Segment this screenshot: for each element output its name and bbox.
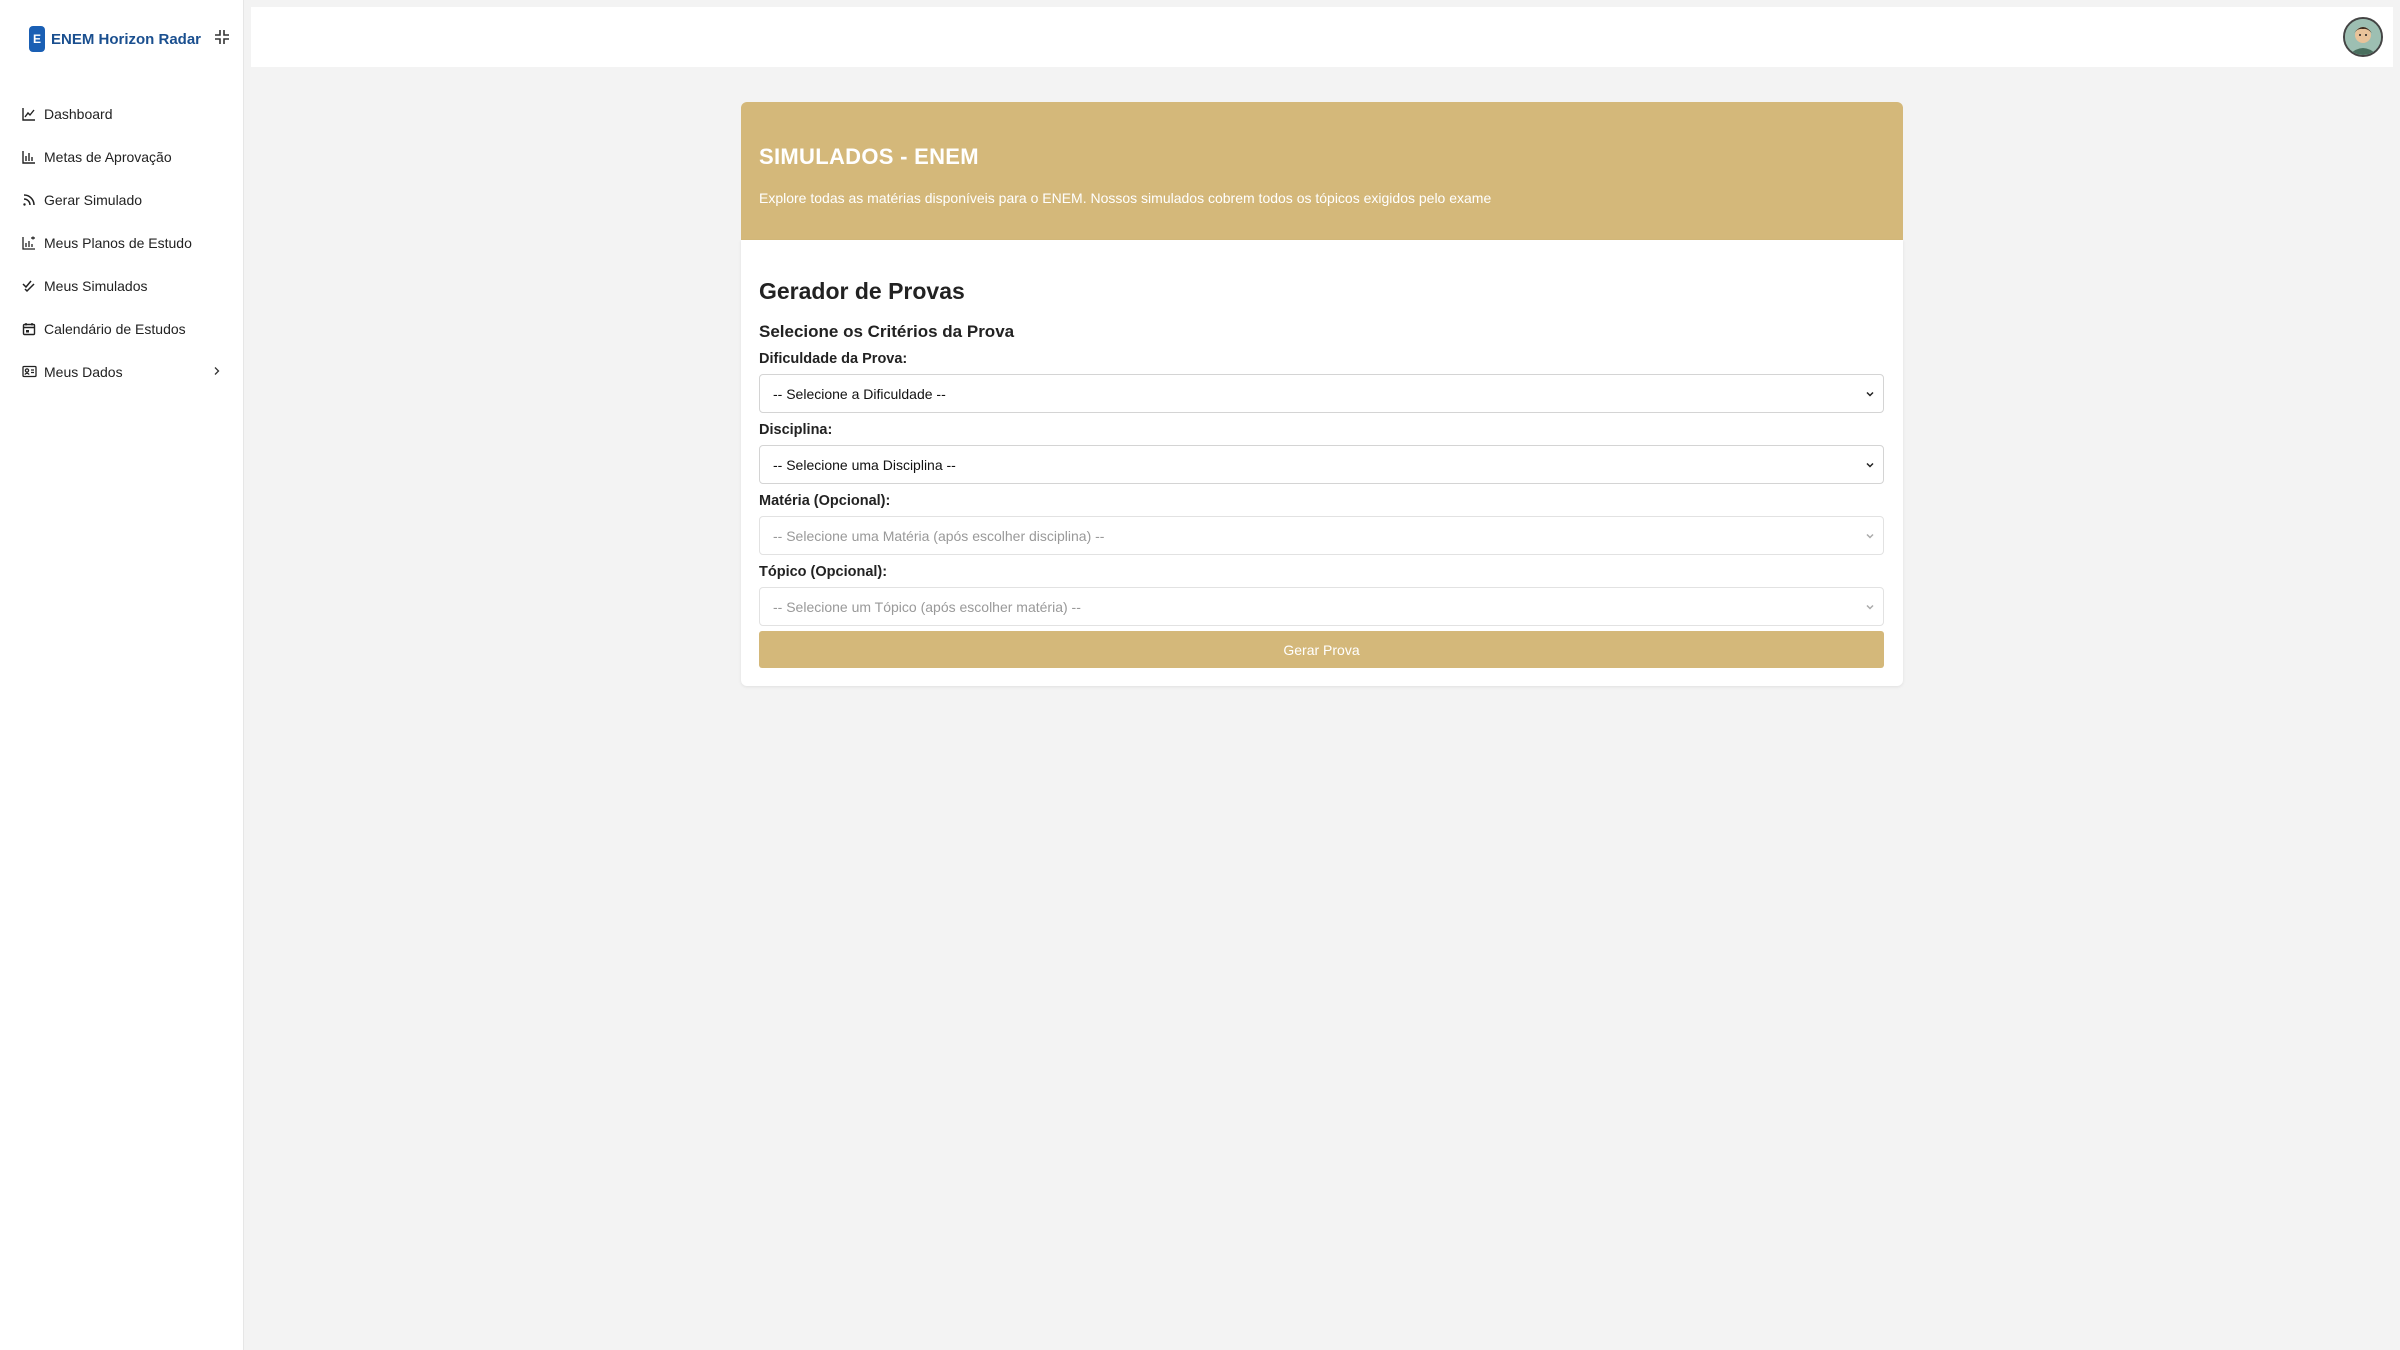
collapse-sidebar-button[interactable] — [212, 27, 232, 47]
sidebar-item-meus-dados[interactable]: Meus Dados — [0, 350, 244, 393]
chevron-right-icon — [210, 364, 222, 378]
top-bar — [251, 7, 2393, 67]
sidebar-item-dashboard[interactable]: Dashboard — [0, 92, 244, 135]
rss-icon — [21, 192, 37, 208]
bar-chart-icon — [21, 149, 37, 165]
chevron-down-icon — [1866, 462, 1874, 468]
avatar[interactable] — [2343, 17, 2383, 57]
difficulty-select[interactable]: -- Selecione a Dificuldade -- — [759, 374, 1884, 413]
difficulty-label: Dificuldade da Prova: — [759, 351, 908, 367]
generate-exam-button[interactable]: Gerar Prova — [759, 631, 1884, 668]
chevron-down-icon — [1866, 533, 1874, 539]
line-chart-icon — [21, 106, 37, 122]
sidebar: E ENEM Horizon Radar Dashboard Metas de … — [0, 0, 244, 1350]
id-card-icon — [21, 364, 37, 380]
sidebar-item-label: Gerar Simulado — [44, 191, 143, 208]
sidebar-item-gerar-simulado[interactable]: Gerar Simulado — [0, 178, 244, 221]
chevron-down-icon — [1866, 391, 1874, 397]
sidebar-item-label: Meus Planos de Estudo — [44, 234, 192, 251]
user-avatar-icon — [2345, 19, 2381, 55]
chevron-down-icon — [1866, 604, 1874, 610]
sidebar-item-metas-de-aprovacao[interactable]: Metas de Aprovação — [0, 135, 244, 178]
discipline-label: Disciplina: — [759, 422, 833, 438]
page-description: Explore todas as matérias disponíveis pa… — [759, 190, 1492, 206]
sidebar-item-label: Metas de Aprovação — [44, 148, 172, 165]
calendar-icon — [21, 321, 37, 337]
study-plan-icon — [21, 235, 37, 251]
topic-select-value: -- Selecione um Tópico (após escolher ma… — [773, 598, 1081, 615]
exam-generator-card: Gerador de Provas Selecione os Critérios… — [741, 240, 1903, 686]
sidebar-item-label: Meus Simulados — [44, 277, 148, 294]
page-title: SIMULADOS - ENEM — [759, 144, 979, 169]
sidebar-item-calendario-de-estudos[interactable]: Calendário de Estudos — [0, 307, 244, 350]
brand-name: ENEM Horizon Radar — [51, 30, 202, 48]
sidebar-item-label: Dashboard — [44, 105, 113, 122]
brand-logo[interactable]: E ENEM Horizon Radar — [29, 25, 201, 53]
collapse-icon — [215, 30, 229, 44]
sidebar-item-meus-planos-de-estudo[interactable]: Meus Planos de Estudo — [0, 221, 244, 264]
topic-select[interactable]: -- Selecione um Tópico (após escolher ma… — [759, 587, 1884, 626]
card-subtitle: Selecione os Critérios da Prova — [759, 322, 1015, 341]
sidebar-item-label: Calendário de Estudos — [44, 320, 186, 337]
brand-badge: E — [29, 26, 45, 52]
card-title: Gerador de Provas — [759, 278, 965, 304]
difficulty-select-value: -- Selecione a Dificuldade -- — [773, 385, 946, 402]
page-banner: SIMULADOS - ENEM Explore todas as matéri… — [741, 102, 1903, 240]
sidebar-item-meus-simulados[interactable]: Meus Simulados — [0, 264, 244, 307]
sidebar-nav: Dashboard Metas de Aprovação Gerar Simul… — [0, 92, 244, 393]
discipline-select[interactable]: -- Selecione uma Disciplina -- — [759, 445, 1884, 484]
subject-label: Matéria (Opcional): — [759, 493, 891, 509]
topic-label: Tópico (Opcional): — [759, 564, 888, 580]
sidebar-item-label: Meus Dados — [44, 363, 123, 380]
double-check-icon — [21, 278, 37, 294]
discipline-select-value: -- Selecione uma Disciplina -- — [773, 456, 956, 473]
subject-select-value: -- Selecione uma Matéria (após escolher … — [773, 527, 1105, 544]
subject-select[interactable]: -- Selecione uma Matéria (após escolher … — [759, 516, 1884, 555]
